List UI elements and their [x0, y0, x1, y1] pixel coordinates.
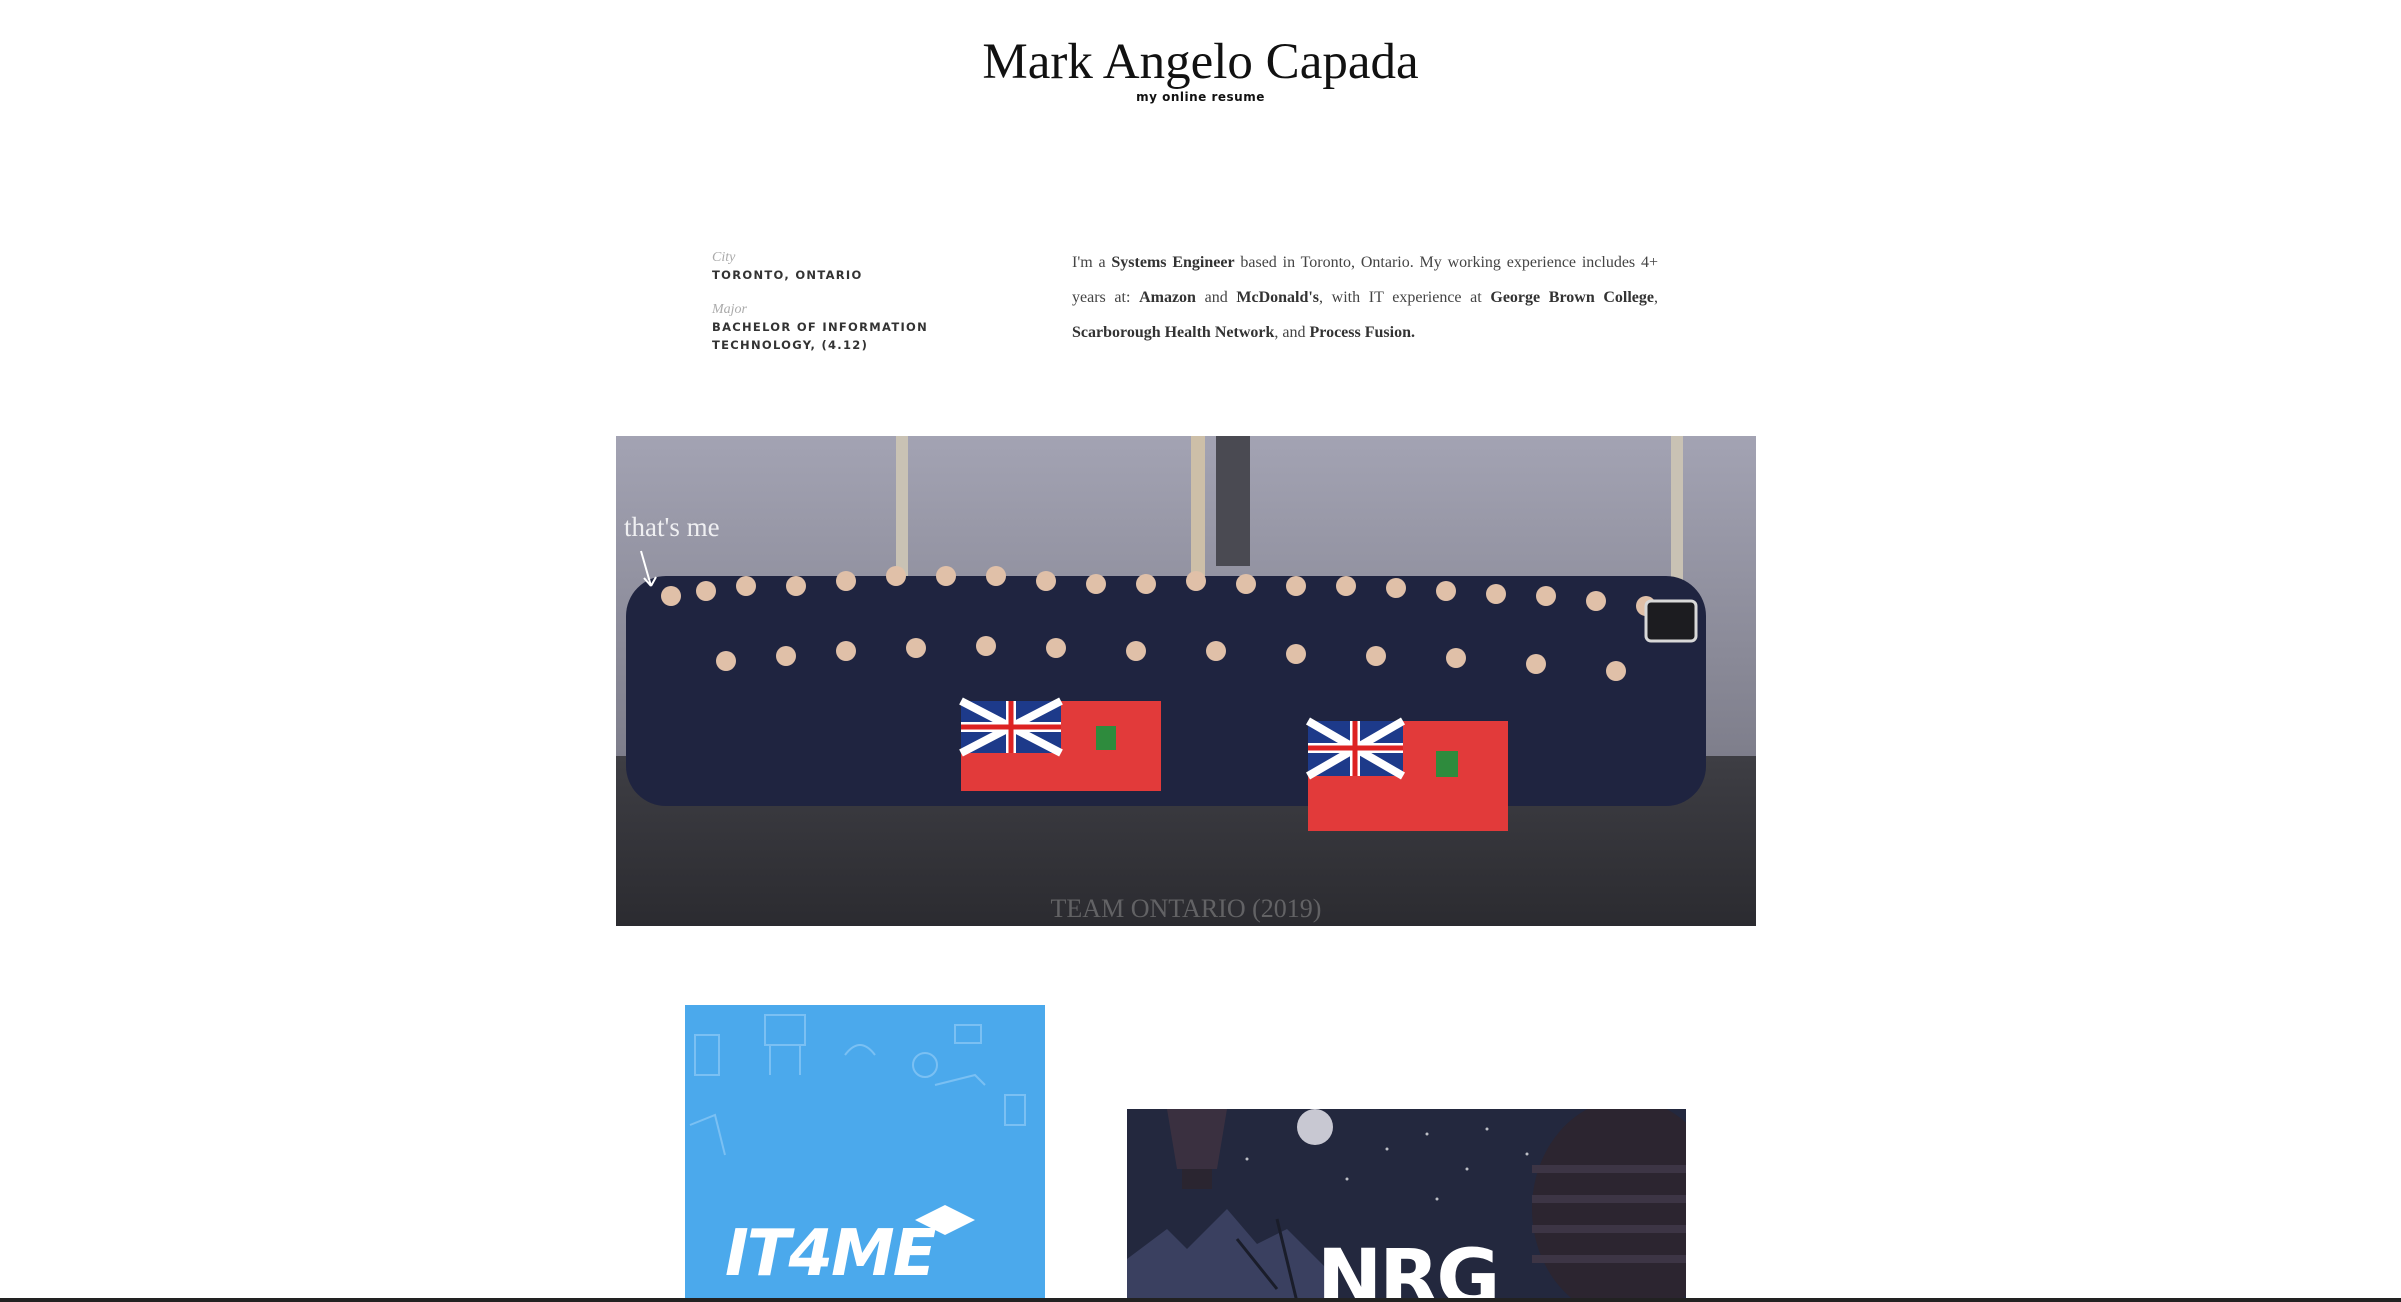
page-bottom-edge	[0, 1298, 2401, 1302]
bio-company-amazon: Amazon	[1139, 289, 1196, 306]
it4me-logo: IT4ME	[725, 1217, 936, 1291]
site-title[interactable]: Mark Angelo Capada	[0, 30, 2401, 94]
city-value: TORONTO, ONTARIO	[712, 268, 863, 282]
major-label: Major	[712, 302, 747, 317]
personal-info: City TORONTO, ONTARIO Major BACHELOR OF …	[712, 250, 972, 354]
team-photo-image	[616, 436, 1756, 926]
bio-company-process-fusion: Process Fusion.	[1309, 324, 1415, 341]
bio-text: ,	[1654, 289, 1659, 306]
city-label: City	[712, 250, 736, 265]
bio-text: I'm a	[1072, 254, 1112, 271]
bio-text: , with IT experience at	[1319, 289, 1491, 306]
bio-text: and	[1195, 289, 1237, 306]
site-tagline: my online resume	[1136, 90, 1265, 104]
bio-role: Systems Engineer	[1111, 254, 1235, 271]
photo-caption: TEAM ONTARIO (2019)	[1050, 894, 1322, 923]
bio-company-mcdonalds: McDonald's	[1236, 289, 1320, 306]
bio-company-shn: Scarborough Health Network	[1072, 324, 1275, 341]
project-card-nrg[interactable]: NRG	[1127, 1109, 1686, 1302]
nrg-logo: NRG	[1317, 1234, 1500, 1302]
bio-paragraph: I'm a Systems Engineer based in Toronto,…	[1072, 245, 1658, 350]
bio-text: , and	[1274, 324, 1310, 341]
bio-company-george-brown: George Brown College	[1490, 289, 1655, 306]
major-value: BACHELOR OF INFORMATION TECHNOLOGY, (4.1…	[712, 320, 929, 352]
team-photo: that's me TEAM ONTARIO (2019)	[616, 436, 1756, 926]
project-card-it4me[interactable]: IT4ME	[685, 1005, 1045, 1302]
photo-annotation: that's me	[624, 512, 720, 542]
